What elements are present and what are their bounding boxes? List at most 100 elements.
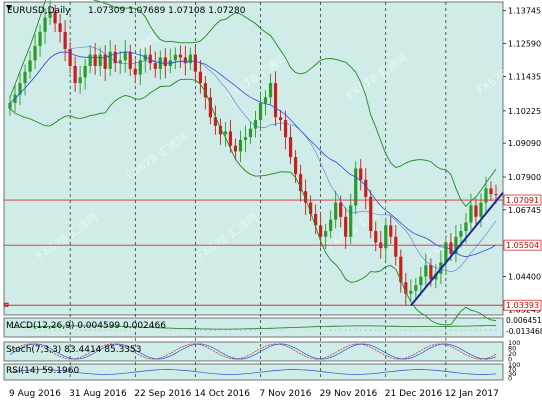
- candle-body: [329, 219, 333, 232]
- candle-body: [374, 231, 378, 243]
- price-level-label: 1.03393: [506, 301, 539, 310]
- y-tick-label: 1.07900: [508, 173, 541, 182]
- candle-body: [138, 60, 142, 75]
- candle-body: [278, 117, 283, 121]
- candle-body: [88, 54, 92, 67]
- candle-body: [58, 23, 62, 32]
- rsi-label: RSI(14) 59.1960: [6, 366, 79, 376]
- y-tick-label: 1.11435: [508, 72, 541, 81]
- candle-body: [193, 54, 197, 72]
- candle-body: [73, 66, 77, 84]
- x-tick-label: 29 Nov 2016: [320, 389, 378, 399]
- candle-body: [233, 145, 238, 152]
- y-tick-label: 1.06745: [508, 206, 541, 215]
- x-tick-label: 22 Sep 2016: [134, 389, 191, 399]
- candle-body: [449, 242, 453, 254]
- candle-body: [288, 137, 293, 158]
- y-tick-label: 1.10225: [508, 107, 541, 116]
- candle-body: [188, 54, 192, 64]
- candle-body: [83, 66, 87, 78]
- candle-body: [479, 202, 483, 217]
- candle-body: [494, 194, 498, 196]
- candle-body: [258, 103, 263, 121]
- candle-body: [63, 31, 67, 49]
- candle-body: [419, 276, 423, 286]
- candle-body: [108, 51, 112, 69]
- x-tick-label: 21 Dec 2016: [385, 389, 443, 399]
- candle-body: [78, 77, 82, 84]
- chart-window: FX678 汇通网 FX678 汇通网 FX678 汇通网 FX678 汇通网 FX67…: [0, 0, 542, 401]
- candle-body: [178, 54, 182, 58]
- x-tick-label: 31 Aug 2016: [69, 389, 127, 399]
- x-tick-label: 12 Jan 2017: [445, 389, 499, 399]
- macd-axis-label: 0.006451: [506, 316, 542, 325]
- x-tick-label: 14 Oct 2016: [194, 389, 250, 399]
- candle-body: [198, 71, 202, 84]
- candle-body: [268, 83, 273, 98]
- candle-body: [359, 168, 363, 180]
- candle-body: [474, 205, 478, 217]
- candle-body: [243, 137, 248, 141]
- y-tick-label: 1.09090: [508, 139, 541, 148]
- y-tick-label: 1.04400: [508, 273, 541, 282]
- candle-body: [409, 290, 413, 294]
- candle-body: [223, 131, 228, 135]
- candle-body: [429, 265, 433, 280]
- ohlc-values: 1.07309 1.07689 1.07108 1.07280: [88, 6, 246, 16]
- candle-body: [263, 97, 268, 104]
- candle-body: [33, 46, 37, 61]
- rsi-axis-label: 0: [508, 375, 512, 383]
- candle-body: [364, 179, 368, 197]
- candle-body: [349, 205, 353, 237]
- candle-body: [459, 231, 463, 237]
- candle-body: [394, 236, 398, 257]
- candle-body: [133, 68, 137, 75]
- candle-body: [464, 222, 468, 232]
- chart-svg: FX678 汇通网FX678 汇通网FX678 汇通网 FX678 汇通网FX67…: [0, 0, 542, 401]
- stoch-label: Stoch(7,3,3) 83.4414 85.3353: [6, 345, 141, 355]
- x-tick-label: 7 Nov 2016: [260, 389, 312, 399]
- candle-body: [23, 71, 27, 84]
- macd-label: MACD(12,26,9) 0.004599 0.002466: [6, 321, 166, 331]
- macd-axis-label: -0.013468: [506, 327, 542, 336]
- candle-body: [228, 131, 233, 146]
- candle-body: [293, 157, 298, 175]
- candle-body: [469, 205, 473, 223]
- price-level-label: 1.05504: [506, 241, 539, 250]
- candle-body: [344, 216, 348, 237]
- symbol-label: EURUSD,Daily: [7, 6, 71, 16]
- candle-body: [273, 83, 278, 118]
- candle-body: [248, 128, 253, 138]
- candle-body: [324, 231, 328, 237]
- candle-body: [424, 265, 428, 277]
- candle-body: [339, 202, 343, 217]
- y-tick-label: 1.12590: [508, 40, 541, 49]
- main-pane: [3, 1, 504, 316]
- candle-body: [128, 51, 132, 69]
- y-tick-label: 1.13745: [508, 7, 541, 16]
- candle-body: [384, 225, 388, 249]
- candle-body: [123, 51, 127, 61]
- candle-body: [8, 103, 12, 109]
- candle-body: [484, 188, 488, 203]
- candle-body: [389, 225, 393, 237]
- candle-body: [414, 285, 418, 291]
- candle-body: [334, 202, 338, 220]
- candle-body: [93, 54, 97, 67]
- candle-body: [68, 48, 72, 67]
- price-level-label: 1.07091: [506, 196, 539, 205]
- x-tick-label: 9 Aug 2016: [9, 389, 61, 399]
- candle-body: [238, 140, 243, 152]
- candle-body: [103, 54, 107, 69]
- candle-body: [98, 54, 102, 67]
- candle-body: [43, 17, 47, 32]
- candle-body: [38, 31, 42, 47]
- candle-body: [28, 60, 32, 72]
- candle-body: [369, 196, 373, 232]
- candle-body: [319, 225, 323, 237]
- candle-body: [153, 63, 157, 69]
- candle-body: [253, 120, 258, 129]
- candle-body: [489, 188, 493, 195]
- candle-body: [283, 120, 288, 138]
- candle-body: [173, 54, 177, 61]
